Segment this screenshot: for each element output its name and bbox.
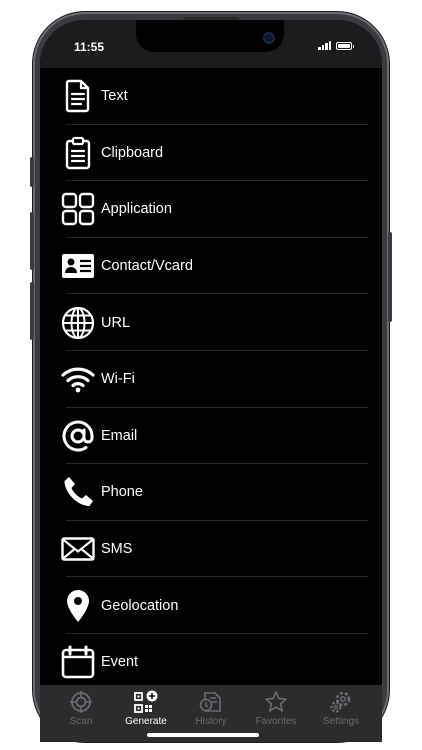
tab-settings[interactable]: Settings: [311, 689, 371, 727]
tab-label: Settings: [322, 716, 360, 727]
list-item-label: Contact/Vcard: [101, 258, 193, 275]
star-icon: [246, 689, 306, 715]
contact-card-icon: [60, 248, 96, 284]
phone-icon: [60, 474, 96, 510]
globe-icon: [60, 305, 96, 341]
history-icon: [181, 689, 241, 715]
list-item-geolocation[interactable]: Geolocation: [40, 577, 382, 634]
scan-icon: [51, 689, 111, 715]
battery-icon: [336, 41, 354, 50]
tab-generate[interactable]: Generate: [116, 689, 176, 727]
app-grid-icon: [60, 191, 96, 227]
list-item-phone[interactable]: Phone: [40, 464, 382, 521]
text-document-icon: [60, 78, 96, 114]
list-item-label: SMS: [101, 541, 133, 558]
list-item-contact-vcard[interactable]: Contact/Vcard: [40, 238, 382, 295]
tab-favorites[interactable]: Favorites: [246, 689, 306, 727]
phone-frame: 11:55 Text Clipboard Application Contact…: [30, 12, 392, 742]
list-item-email[interactable]: Email: [40, 408, 382, 465]
list-item-label: Clipboard: [101, 144, 164, 161]
list-item-url[interactable]: URL: [40, 294, 382, 351]
clipboard-icon: [60, 135, 96, 171]
list-item-application[interactable]: Application: [40, 181, 382, 238]
list-item-text[interactable]: Text: [40, 68, 382, 125]
list-item-label: Text: [101, 88, 128, 105]
status-time: 11:55: [74, 40, 105, 54]
list-item-label: Wi-Fi: [101, 371, 135, 388]
list-item-label: Phone: [101, 484, 143, 501]
list-item-wifi[interactable]: Wi-Fi: [40, 351, 382, 408]
list-item-label: Email: [101, 427, 138, 444]
volume-down-button: [30, 282, 34, 340]
envelope-icon: [60, 531, 96, 567]
notch: [136, 20, 284, 52]
at-sign-icon: [60, 418, 96, 454]
list-item-label: URL: [101, 314, 131, 331]
gear-icon: [311, 689, 371, 715]
calendar-icon: [60, 644, 96, 680]
tab-label: Favorites: [255, 716, 297, 727]
list-item-event[interactable]: Event: [40, 634, 382, 691]
screen: 11:55 Text Clipboard Application Contact…: [40, 20, 382, 732]
power-button: [388, 232, 392, 322]
tab-scan[interactable]: Scan: [51, 689, 111, 727]
list-item-sms[interactable]: SMS: [40, 521, 382, 578]
home-indicator[interactable]: [147, 733, 259, 737]
wifi-icon: [60, 361, 96, 397]
camera-icon: [263, 32, 275, 44]
map-pin-icon: [60, 588, 96, 624]
list-item-clipboard[interactable]: Clipboard: [40, 125, 382, 182]
tab-history[interactable]: History: [181, 689, 241, 727]
tab-label: Generate: [125, 716, 167, 727]
signal-icon: [318, 41, 331, 50]
tab-label: History: [195, 716, 227, 727]
list-item-label: Geolocation: [101, 597, 179, 614]
list-item-label: Application: [101, 201, 172, 218]
generate-list: Text Clipboard Application Contact/Vcard…: [40, 68, 382, 732]
volume-up-button: [30, 212, 34, 270]
mute-switch: [30, 157, 34, 187]
status-icons: [318, 41, 354, 50]
tab-label: Scan: [69, 716, 93, 727]
list-item-label: Event: [101, 654, 139, 671]
qr-code-plus-icon: [116, 689, 176, 715]
